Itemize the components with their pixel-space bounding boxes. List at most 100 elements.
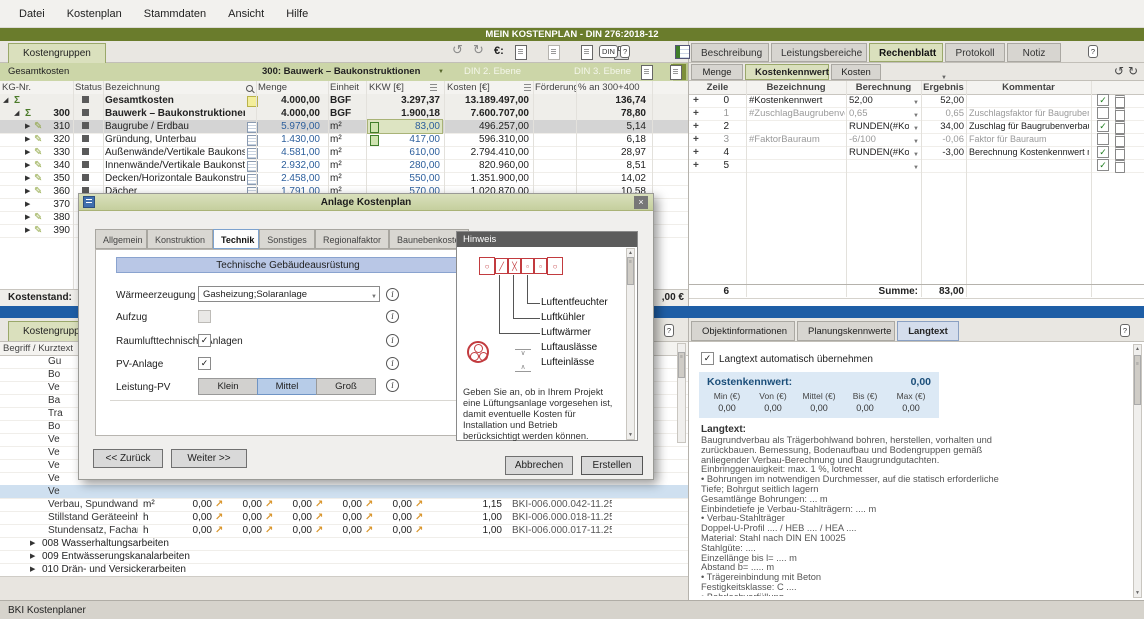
value[interactable]: 0,00 bbox=[222, 524, 262, 537]
hinweis-scrollbar[interactable]: ▲ ≡ ▼ bbox=[626, 248, 635, 440]
tab-protokoll[interactable]: Protokoll bbox=[945, 43, 1005, 62]
calc-column-header-1[interactable]: Bezeichnung bbox=[746, 81, 846, 94]
filter-icon[interactable] bbox=[524, 84, 531, 91]
tab-langtext[interactable]: Langtext bbox=[897, 321, 959, 341]
status-icon[interactable] bbox=[82, 107, 92, 120]
leistung-option-klein[interactable]: Klein bbox=[198, 378, 258, 395]
value[interactable]: 0,00 bbox=[222, 498, 262, 511]
redo-icon[interactable]: ↻ bbox=[473, 42, 484, 58]
kkw-doc-icon[interactable] bbox=[370, 122, 379, 133]
langtext-auto-checkbox[interactable]: ✓ bbox=[701, 352, 714, 365]
berechnung-dropdown[interactable]: ▼ bbox=[847, 159, 920, 172]
column-header-8[interactable]: % an 300+400 bbox=[578, 81, 648, 94]
raumluft-checkbox[interactable]: ✓ bbox=[198, 334, 211, 347]
tab-rechenblatt[interactable]: Rechenblatt bbox=[869, 43, 943, 62]
next-button[interactable]: Weiter >> bbox=[171, 449, 247, 468]
dialog-tab-technik[interactable]: Technik bbox=[213, 229, 259, 249]
value[interactable]: 0,00 bbox=[172, 524, 212, 537]
column-header-6[interactable]: Kosten [€] bbox=[447, 81, 521, 94]
copy-icon[interactable] bbox=[670, 65, 682, 80]
back-button[interactable]: << Zurück bbox=[93, 449, 163, 468]
add-row-icon[interactable]: + bbox=[693, 146, 703, 159]
undo-icon[interactable]: ↺ bbox=[1114, 64, 1124, 78]
kommentar[interactable]: Berechnung Kostenkennwert mit ausgewählt… bbox=[969, 146, 1089, 159]
value[interactable]: 0,00 bbox=[272, 524, 312, 537]
column-header-0[interactable]: KG-Nr. bbox=[2, 81, 72, 94]
calc-bezeichnung[interactable]: #Kostenkennwert bbox=[749, 94, 845, 107]
paste-icon[interactable] bbox=[548, 45, 560, 60]
kkw-doc-icon[interactable] bbox=[370, 135, 379, 146]
tab-notiz[interactable]: Notiz bbox=[1007, 43, 1061, 62]
active-checkbox[interactable]: ✓ bbox=[1097, 159, 1109, 171]
berechnung-dropdown[interactable]: RUNDEN(#Kostenk▼ bbox=[847, 146, 920, 159]
subtab-kostenkennwert[interactable]: Kostenkennwert bbox=[745, 64, 829, 80]
value[interactable]: 0,00 bbox=[322, 511, 362, 524]
menu-item-hilfe[interactable]: Hilfe bbox=[277, 5, 317, 23]
column-header-4[interactable]: Einheit bbox=[330, 81, 365, 94]
value[interactable]: 0,00 bbox=[272, 498, 312, 511]
kommentar[interactable] bbox=[969, 159, 1089, 172]
column-header-5[interactable]: KKW [€] bbox=[369, 81, 429, 94]
help-icon[interactable]: ? bbox=[620, 45, 630, 58]
kkw-cell[interactable]: 1.900,18 bbox=[368, 107, 442, 120]
status-icon[interactable] bbox=[82, 172, 92, 185]
breadcrumb-segment[interactable]: DIN 2. Ebene bbox=[450, 63, 560, 81]
kommentar[interactable]: Zuschlag für Baugrubenverbau bbox=[969, 120, 1089, 133]
calc-column-header-3[interactable]: Ergebnis bbox=[921, 81, 966, 94]
calc-row[interactable]: +0#Kostenkennwert52,00▼52,00✓ bbox=[689, 94, 1144, 108]
berechnung-dropdown[interactable]: 0,65▼ bbox=[847, 107, 920, 120]
tree-toggle-icon[interactable]: ◢ bbox=[3, 94, 12, 107]
transfer-icon[interactable]: ↗ bbox=[415, 524, 425, 537]
calc-bezeichnung[interactable] bbox=[749, 120, 845, 133]
status-icon[interactable] bbox=[82, 94, 92, 107]
menu-item-ansicht[interactable]: Ansicht bbox=[219, 5, 273, 23]
leistung-option-groß[interactable]: Groß bbox=[316, 378, 376, 395]
status-icon[interactable] bbox=[82, 159, 92, 172]
waerme-dropdown[interactable]: Gasheizung;Solaranlage ▼ bbox=[198, 286, 380, 302]
column-header-7[interactable]: Förderung bbox=[535, 81, 577, 94]
close-icon[interactable]: × bbox=[634, 196, 648, 209]
column-header-3[interactable]: Menge bbox=[258, 81, 320, 94]
breadcrumb-segment[interactable]: DIN 3. Ebene bbox=[560, 63, 672, 81]
breadcrumb-segment[interactable]: 300: Bauwerk – Baukonstruktionen▼ bbox=[248, 63, 450, 81]
kkw-cell[interactable]: 550,00 bbox=[368, 172, 442, 185]
calc-bezeichnung[interactable] bbox=[749, 159, 845, 172]
status-icon[interactable] bbox=[82, 133, 92, 146]
tab-objektinformationen[interactable]: Objektinformationen bbox=[691, 321, 795, 341]
help-icon[interactable]: ? bbox=[1088, 45, 1098, 58]
berechnung-dropdown[interactable]: 52,00▼ bbox=[847, 94, 920, 107]
leistung-option-mittel[interactable]: Mittel bbox=[257, 378, 317, 395]
bl-header-label[interactable]: Begriff / Kurztext bbox=[3, 342, 73, 355]
filter-icon[interactable] bbox=[430, 84, 437, 91]
info-icon[interactable]: i bbox=[386, 357, 399, 370]
dialog-tab-sonstiges[interactable]: Sonstiges bbox=[259, 229, 315, 249]
bl-detail-row[interactable]: Stundensatz, Facharbeiter/-inh0,00↗0,00↗… bbox=[0, 524, 688, 538]
value[interactable]: 0,00 bbox=[222, 511, 262, 524]
value[interactable]: 0,00 bbox=[272, 511, 312, 524]
dialog-tab-regionalfaktor[interactable]: Regionalfaktor bbox=[315, 229, 389, 249]
help-icon[interactable]: ? bbox=[664, 324, 674, 337]
tree-toggle-icon[interactable]: ◢ bbox=[14, 107, 23, 120]
active-checkbox[interactable] bbox=[1097, 133, 1109, 145]
br-scrollbar[interactable]: ▲ ≡ ▼ bbox=[1133, 344, 1142, 598]
bl-detail-row[interactable]: Verbau, Spundwand, Stahlprof...m²0,00↗0,… bbox=[0, 498, 688, 512]
bl-scrollbar[interactable]: ≡ bbox=[677, 343, 686, 443]
table-settings-icon[interactable] bbox=[675, 45, 690, 59]
tree-toggle-icon[interactable]: ▶ bbox=[30, 537, 39, 550]
bl-group-row[interactable]: ▶008 Wasserhaltungsarbeiten bbox=[0, 537, 688, 551]
calc-column-header-0[interactable]: Zeile bbox=[689, 81, 746, 94]
transfer-icon[interactable]: ↗ bbox=[415, 498, 425, 511]
help-icon[interactable]: ? bbox=[1120, 324, 1130, 337]
kommentar[interactable] bbox=[969, 94, 1089, 107]
calc-row[interactable]: +4RUNDEN(#Kostenk▼-3,00Berechnung Kosten… bbox=[689, 146, 1144, 160]
info-icon[interactable]: i bbox=[386, 310, 399, 323]
kkw-cell[interactable]: 610,00 bbox=[368, 146, 442, 159]
column-header-1[interactable]: Status bbox=[75, 81, 103, 94]
din-hint-icon[interactable]: DIN bbox=[599, 45, 618, 58]
calc-column-header-2[interactable]: Berechnung bbox=[846, 81, 921, 94]
calc-row[interactable]: +5▼✓ bbox=[689, 159, 1144, 173]
add-row-icon[interactable]: + bbox=[693, 133, 703, 146]
dialog-title-bar[interactable]: Anlage Kostenplan × bbox=[79, 194, 653, 211]
menu-item-stammdaten[interactable]: Stammdaten bbox=[135, 5, 215, 23]
calc-bezeichnung[interactable] bbox=[749, 146, 845, 159]
